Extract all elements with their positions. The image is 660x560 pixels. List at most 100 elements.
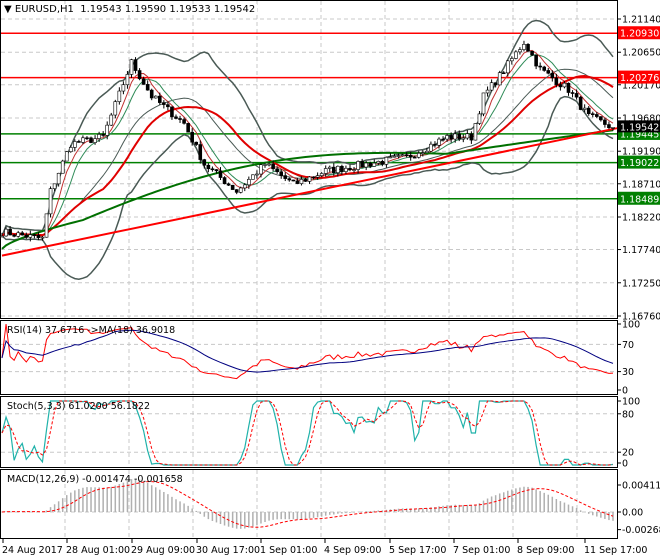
candle-body: [352, 169, 356, 171]
candle-body: [117, 90, 122, 102]
candle-body: [595, 114, 599, 117]
candle-body: [497, 72, 502, 86]
macd-tick-label: 0.004113: [622, 481, 660, 492]
candle-body: [542, 66, 547, 71]
stoch-tick-label: 20: [622, 448, 634, 459]
candle-body: [396, 155, 401, 157]
candle-body: [538, 65, 542, 68]
trading-chart[interactable]: 1.21140 1.20650 1.20170 1.19680 1.19190 1.187…: [0, 0, 660, 560]
candle-body: [230, 184, 235, 190]
time-label: 28 Aug 01:00: [66, 545, 130, 556]
candle-body: [469, 133, 474, 141]
ohlc-open: 1.19543: [80, 4, 122, 15]
ohlc-close: 1.19542: [213, 4, 256, 15]
time-label: 29 Aug 09:00: [131, 545, 195, 556]
candle-body: [133, 59, 138, 71]
level-price-label: 1.20930: [620, 29, 659, 40]
candle-body: [477, 113, 482, 124]
candle-body: [505, 60, 510, 74]
candle-body: [323, 168, 328, 174]
candle-body: [485, 89, 490, 94]
candle-body: [372, 162, 377, 167]
candle-body: [412, 156, 417, 159]
candle-body: [388, 156, 393, 159]
time-label: 11 Sep 17:00: [584, 545, 647, 556]
candle-body: [327, 166, 332, 169]
candle-body: [166, 104, 170, 108]
macd-label: MACD(12,26,9) -0.001474 -0.001658: [7, 474, 183, 485]
time-label: 30 Aug 17:00: [196, 545, 260, 556]
candle-body: [234, 189, 239, 193]
candle-body: [404, 154, 409, 156]
candle-body: [449, 135, 453, 140]
candle-body: [510, 58, 514, 62]
candle-body: [461, 137, 466, 140]
rsi-tick-label: 100: [622, 320, 640, 331]
candle-body: [433, 143, 437, 146]
candle-body: [493, 82, 498, 86]
candle-body: [101, 134, 105, 136]
candle-body: [582, 107, 587, 110]
time-label: 1 Sep 01:00: [260, 545, 317, 556]
candle-body: [384, 156, 389, 165]
candle-body: [267, 163, 271, 166]
candle-body: [566, 82, 571, 93]
candle-body: [473, 123, 478, 141]
macd-tick-label: 0.00: [622, 508, 643, 519]
candle-body: [121, 84, 126, 92]
price-tick-label: 1.21140: [622, 15, 660, 26]
candle-body: [255, 173, 259, 176]
candle-body: [481, 92, 486, 115]
candle-body: [319, 173, 324, 176]
candle-body: [44, 213, 49, 238]
candle-body: [465, 133, 470, 139]
candle-body: [562, 82, 567, 88]
candle-body: [453, 133, 457, 140]
candle-body: [574, 93, 579, 98]
candle-body: [550, 72, 555, 79]
time-label: 7 Sep 01:00: [453, 545, 510, 556]
price-tick-label: 1.20650: [622, 48, 660, 59]
stoch-tick-label: 100: [622, 397, 640, 408]
ohlc-low: 1.19533: [169, 4, 211, 15]
candle-body: [522, 44, 526, 50]
candle-body: [40, 236, 45, 239]
rsi-label: RSI(14) 37.6716 ->MA(18) 36.9018: [7, 325, 176, 336]
level-price-label: 1.19022: [620, 158, 659, 169]
candle-body: [518, 49, 522, 53]
candle-body: [611, 127, 615, 129]
candle-body: [421, 152, 425, 154]
candle-body: [20, 232, 25, 236]
candle-body: [251, 174, 255, 180]
level-price-label: 1.18489: [620, 194, 659, 205]
candle-body: [360, 161, 364, 168]
candle-body: [77, 141, 81, 143]
candle-body: [182, 119, 186, 124]
candle-body: [416, 152, 421, 158]
candle-body: [546, 70, 551, 74]
candle-body: [489, 82, 494, 91]
candle-body: [105, 124, 110, 136]
candle-body: [340, 165, 344, 172]
candle-body: [174, 116, 178, 119]
candle-body: [526, 44, 530, 52]
time-label: 8 Sep 09:00: [517, 545, 574, 556]
candle-body: [194, 141, 199, 145]
dropdown-triangle-icon[interactable]: ▼: [4, 4, 12, 15]
candle-body: [311, 176, 316, 179]
candle-body: [198, 144, 203, 160]
candle-body: [113, 101, 118, 116]
candle-body: [190, 131, 194, 143]
candle-body: [315, 175, 320, 178]
stoch-label: Stoch(5,3,3) 61.0200 56.1822: [7, 401, 151, 412]
candle-body: [603, 119, 607, 125]
candle-body: [28, 234, 33, 238]
chart-header: ▼ EURUSD,H1 1.19543 1.19590 1.19533 1.19…: [4, 4, 258, 15]
candle-body: [32, 234, 37, 236]
candle-body: [291, 179, 296, 182]
rsi-tick-label: 30: [622, 367, 634, 378]
candle-body: [356, 161, 360, 170]
candle-body: [129, 59, 134, 75]
macd-tick-label: -0.002684: [622, 525, 660, 536]
candle-body: [85, 137, 89, 140]
